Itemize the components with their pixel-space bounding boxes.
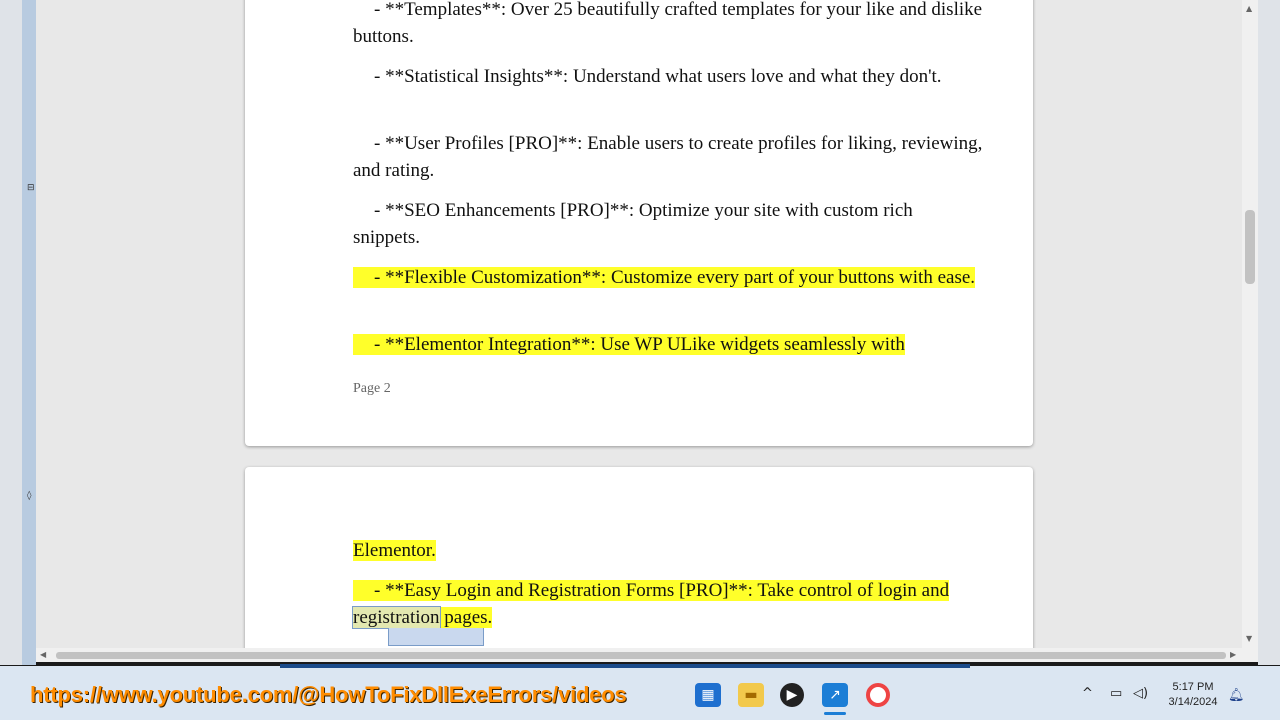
horizontal-scroll-thumb[interactable]: [56, 652, 1226, 659]
side-marker-icon: ◊: [27, 491, 32, 501]
side-marker-icon: ⊟: [27, 183, 35, 193]
horizontal-scrollbar[interactable]: ◀ ▶: [36, 648, 1242, 662]
list-item: - **SEO Enhancements [PRO]**: Optimize y…: [353, 200, 913, 248]
volume-icon[interactable]: ◁): [1133, 686, 1148, 701]
document-viewer[interactable]: - **Templates**: Over 25 beautifully cra…: [36, 0, 1242, 648]
file-explorer-icon[interactable]: ▬: [738, 683, 764, 707]
document-page: - **Templates**: Over 25 beautifully cra…: [245, 0, 1033, 446]
chevron-up-icon[interactable]: ^: [1082, 686, 1093, 701]
list-item: - **Statistical Insights**: Understand w…: [374, 66, 942, 87]
scroll-corner: [1242, 648, 1258, 662]
page-number: Page 2: [353, 381, 391, 396]
system-clock[interactable]: 5:17 PM 3/14/2024: [1160, 680, 1226, 710]
scroll-up-icon[interactable]: ▲: [1246, 4, 1252, 13]
chrome-icon[interactable]: [866, 683, 890, 707]
window-left-border: [22, 0, 36, 665]
vertical-scrollbar[interactable]: ▲ ▼: [1242, 0, 1258, 648]
window-right-frame: [1258, 0, 1280, 665]
notification-bell-icon[interactable]: 🔔︎: [1228, 688, 1245, 703]
active-app-indicator: [824, 712, 846, 715]
network-icon[interactable]: ▭: [1110, 686, 1122, 701]
highlighted-list-item: - **Flexible Customization**: Customize …: [353, 264, 983, 291]
list-item: - **Templates**: Over 25 beautifully cra…: [353, 0, 983, 47]
vertical-scroll-thumb[interactable]: [1245, 210, 1255, 284]
clock-date: 3/14/2024: [1168, 696, 1218, 708]
window-left-frame: [0, 0, 22, 665]
selection-box: [388, 628, 484, 646]
clock-time: 5:17 PM: [1172, 681, 1214, 693]
taskbar-shadow: [280, 664, 970, 668]
store-icon[interactable]: ▦: [695, 683, 721, 707]
highlighted-list-item: Elementor.: [353, 540, 436, 561]
scroll-left-icon[interactable]: ◀: [40, 650, 46, 659]
scroll-down-icon[interactable]: ▼: [1246, 634, 1252, 643]
scroll-right-icon[interactable]: ▶: [1230, 650, 1236, 659]
highlighted-list-item: - **Easy Login and Registration Forms [P…: [352, 580, 950, 629]
overlay-url-text: https://www.youtube.com/@HowToFixDllExeE…: [30, 682, 627, 707]
activity-icon[interactable]: ↗: [822, 683, 848, 707]
media-player-icon[interactable]: ▶: [780, 683, 804, 707]
highlighted-list-item: - **Elementor Integration**: Use WP ULik…: [353, 331, 983, 358]
text-selection[interactable]: registration: [352, 606, 441, 629]
document-page: Elementor. - **Easy Login and Registrati…: [245, 467, 1033, 648]
list-item: - **User Profiles [PRO]**: Enable users …: [353, 133, 983, 181]
